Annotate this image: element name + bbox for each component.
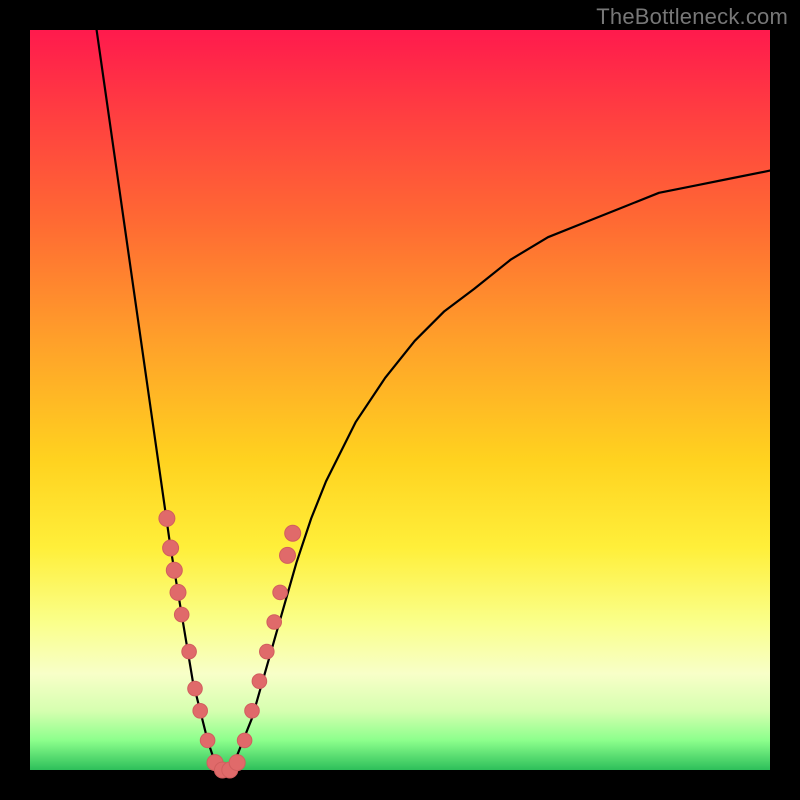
data-point <box>237 733 252 748</box>
data-point <box>170 584 186 600</box>
data-point <box>267 615 282 630</box>
data-point <box>174 607 189 622</box>
data-points <box>159 510 301 778</box>
data-point <box>285 525 301 541</box>
data-point <box>252 674 267 689</box>
curve-left <box>97 30 223 770</box>
data-point <box>159 510 175 526</box>
curve-right <box>230 171 770 770</box>
data-point <box>188 681 203 696</box>
plot-area <box>30 30 770 770</box>
curve-svg <box>30 30 770 770</box>
data-point <box>273 585 288 600</box>
data-point <box>200 733 215 748</box>
data-point <box>163 540 179 556</box>
watermark-text: TheBottleneck.com <box>596 4 788 30</box>
data-point <box>182 644 197 659</box>
data-point <box>280 547 296 563</box>
chart-frame: TheBottleneck.com <box>0 0 800 800</box>
data-point <box>260 644 275 659</box>
data-point <box>193 704 208 719</box>
data-point <box>166 562 182 578</box>
data-point <box>229 755 245 771</box>
data-point <box>245 704 260 719</box>
